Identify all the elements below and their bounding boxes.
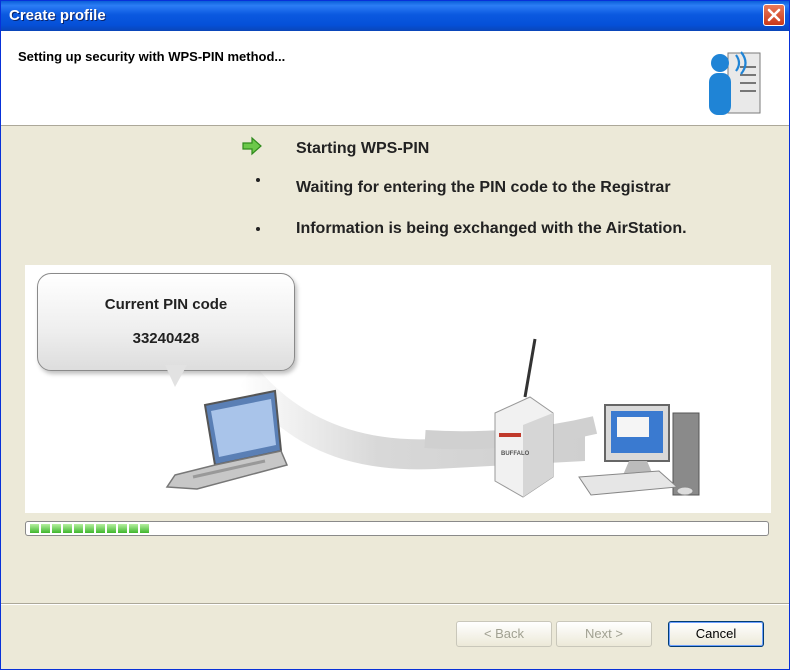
close-icon — [767, 8, 781, 22]
next-button[interactable]: Next > — [556, 621, 652, 647]
create-profile-window: Create profile Setting up security with … — [0, 0, 790, 670]
header-instruction: Setting up security with WPS-PIN method.… — [18, 49, 286, 64]
desktop-computer-icon — [578, 404, 700, 496]
pin-code-bubble: Current PIN code 33240428 — [37, 273, 295, 371]
progress-block — [41, 524, 50, 533]
close-button[interactable] — [763, 4, 785, 26]
progress-block — [74, 524, 83, 533]
wireless-user-icon — [709, 51, 761, 115]
laptop-icon — [165, 389, 289, 490]
step-label: Waiting for entering the PIN code to the… — [296, 179, 671, 196]
step-label: Information is being exchanged with the … — [296, 220, 687, 237]
cancel-button[interactable]: Cancel — [668, 621, 764, 647]
green-arrow-icon — [241, 136, 271, 162]
progress-bar — [25, 521, 769, 536]
back-button[interactable]: < Back — [456, 621, 552, 647]
footer-separator — [1, 603, 789, 604]
progress-fill — [30, 524, 149, 533]
titlebar[interactable]: Create profile — [1, 1, 789, 31]
connection-illustration: BUFFALO Current PIN code 33240428 — [25, 265, 771, 513]
step-label: Starting WPS-PIN — [296, 140, 430, 157]
progress-block — [30, 524, 39, 533]
header-banner: Setting up security with WPS-PIN method.… — [1, 31, 789, 126]
router-icon: BUFFALO — [494, 338, 554, 498]
bullet-icon — [241, 175, 271, 201]
progress-block — [107, 524, 116, 533]
step-exchanging: Information is being exchanged with the … — [241, 216, 761, 242]
progress-block — [63, 524, 72, 533]
progress-block — [129, 524, 138, 533]
progress-block — [140, 524, 149, 533]
progress-block — [96, 524, 105, 533]
svg-text:BUFFALO: BUFFALO — [501, 451, 530, 457]
step-waiting: Waiting for entering the PIN code to the… — [241, 175, 761, 201]
progress-block — [52, 524, 61, 533]
pin-code-label: Current PIN code — [104, 296, 228, 313]
bullet-icon — [241, 216, 271, 242]
window-title: Create profile — [9, 7, 106, 24]
bubble-tail — [165, 365, 187, 387]
pin-code-value: 33240428 — [132, 330, 200, 347]
progress-block — [118, 524, 127, 533]
step-starting: Starting WPS-PIN — [241, 136, 761, 162]
progress-block — [85, 524, 94, 533]
